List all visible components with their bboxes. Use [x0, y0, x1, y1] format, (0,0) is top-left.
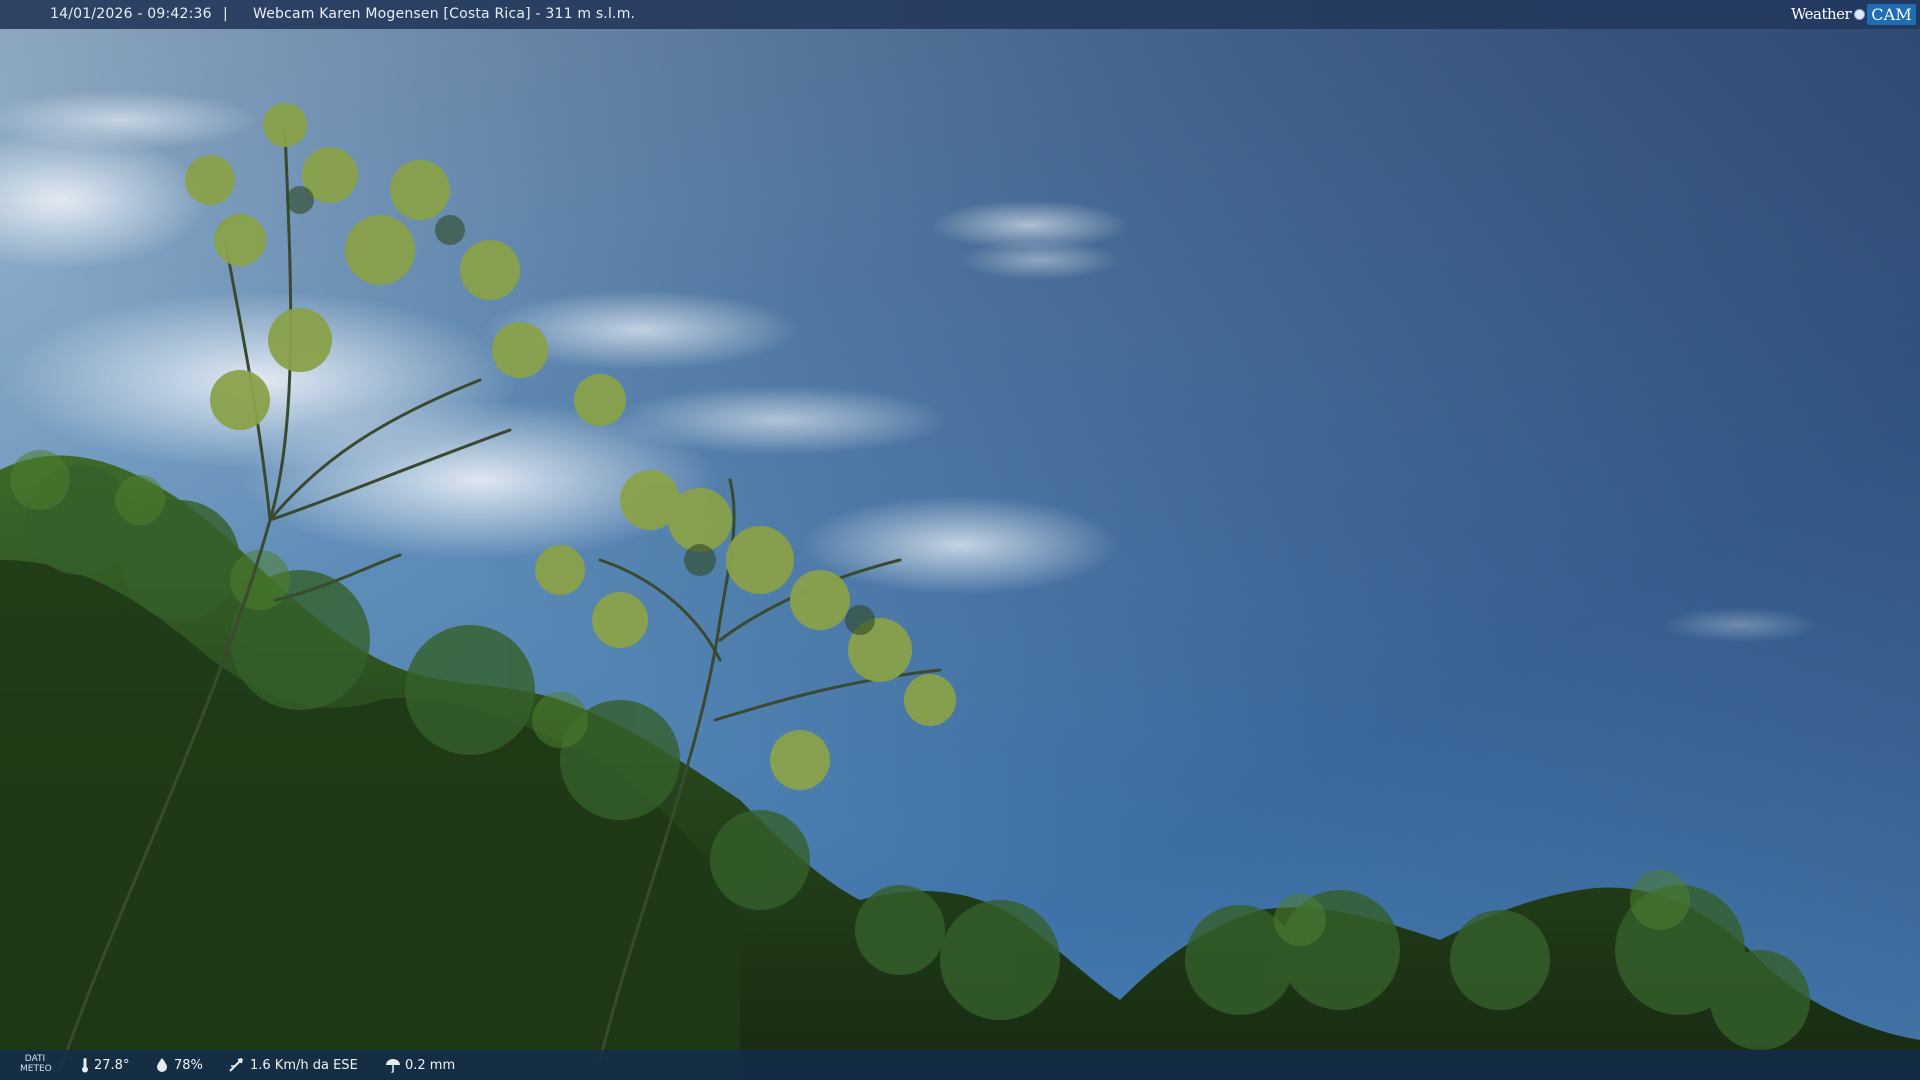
logo-dot-icon — [1854, 8, 1866, 20]
weathercam-logo: Weather CAM — [1791, 2, 1916, 26]
rain-icon — [386, 1059, 400, 1073]
wind-value: 1.6 Km/h da ESE — [250, 1057, 358, 1073]
wind-reading: 1.6 Km/h da ESE — [228, 1057, 358, 1073]
label-line2: METEO — [20, 1064, 52, 1074]
timestamp: 14/01/2026 - 09:42:36 — [50, 6, 212, 22]
weather-data-label: DATI METEO — [20, 1054, 52, 1074]
temperature-reading: 27.8° — [80, 1057, 129, 1073]
humidity-reading: 78% — [154, 1057, 203, 1073]
thermometer-icon — [82, 1058, 88, 1073]
rain-reading: 0.2 mm — [385, 1057, 455, 1073]
label-line1: DATI — [24, 1054, 46, 1064]
brand-weather: Weather — [1790, 5, 1852, 23]
rain-value: 0.2 mm — [405, 1057, 456, 1073]
header-bar: 14/01/2026 - 09:42:36 | Webcam Karen Mog… — [0, 0, 1920, 29]
wind-icon — [229, 1058, 243, 1072]
temperature-value: 27.8° — [94, 1057, 130, 1073]
brand-cam: CAM — [1867, 3, 1916, 25]
webcam-image — [0, 0, 1920, 1080]
humidity-drop-icon — [157, 1058, 167, 1072]
weather-data-bar: DATI METEO 27.8° 78% 1.6 Km/h da ESE 0.2… — [0, 1050, 1920, 1080]
webcam-title: Webcam Karen Mogensen [Costa Rica] - 311… — [253, 6, 636, 22]
separator: | — [223, 6, 228, 22]
webcam-frame: 14/01/2026 - 09:42:36 | Webcam Karen Mog… — [0, 0, 1920, 1080]
humidity-value: 78% — [174, 1057, 203, 1073]
